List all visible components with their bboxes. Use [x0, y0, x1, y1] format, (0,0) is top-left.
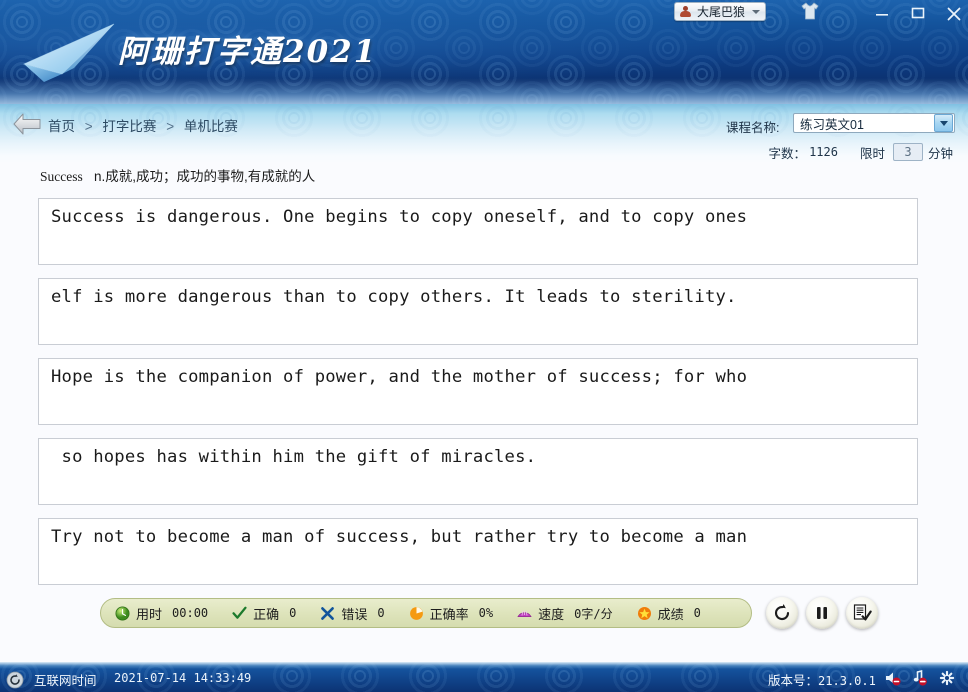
pause-icon [817, 607, 827, 619]
time-limit-label: 限时 [859, 146, 885, 161]
time-limit-unit: 分钟 [927, 146, 953, 161]
status-accuracy-label: 正确率 [429, 606, 469, 622]
submit-document-icon [853, 604, 872, 621]
cross-icon [321, 606, 335, 620]
breadcrumb-item-standalone-contest[interactable]: 单机比赛 [184, 119, 238, 134]
exercise-meta-row: 字数： 1126 限时 3 分钟 [600, 142, 956, 162]
breadcrumb-item-typing-contest[interactable]: 打字比赛 [102, 119, 156, 134]
sound-muted-icon[interactable] [884, 670, 902, 686]
typing-text-area: Success is dangerous. One begins to copy… [38, 198, 918, 598]
submit-button[interactable] [846, 597, 878, 629]
application-window: 阿珊打字通2021 大尾巴狼 首页 > 打字比赛 > 单机比赛 课程名称: 练习… [0, 0, 968, 692]
status-correct: 正确 0 [232, 604, 296, 623]
status-bar: 用时 00:00 正确 0 错误 0 正确率 0% 速度 0字/分 成绩 0 [100, 598, 752, 628]
chevron-down-icon [752, 9, 761, 14]
chevron-down-icon[interactable] [934, 114, 953, 132]
pause-button[interactable] [806, 597, 838, 629]
version-label: 版本号： [768, 674, 819, 688]
status-wrong: 错误 0 [320, 604, 385, 623]
close-icon [947, 7, 961, 21]
back-arrow-icon[interactable] [12, 112, 42, 136]
typing-line-text: so hopes has within him the gift of mira… [51, 447, 537, 467]
breadcrumb-separator: > [166, 119, 175, 134]
status-accuracy-value: 0% [478, 606, 494, 620]
word-hint-definition: n.成就,成功；成功的事物,有成就的人 [94, 169, 316, 184]
banner-bottom-sheen [0, 78, 968, 104]
pie-chart-icon [409, 606, 423, 620]
typing-line-box[interactable]: Try not to become a man of success, but … [38, 518, 918, 585]
restart-icon [774, 604, 790, 621]
internet-time-label: 互联网时间 [34, 674, 97, 688]
typing-line-text: Success is dangerous. One begins to copy… [51, 207, 748, 227]
minimize-button[interactable] [868, 2, 896, 24]
footer-top-sheen [0, 662, 968, 669]
breadcrumb-separator: > [84, 119, 93, 134]
word-count-label: 字数： [768, 146, 807, 161]
gear-icon[interactable] [938, 670, 956, 686]
status-wrong-value: 0 [377, 606, 385, 620]
status-elapsed-label: 用时 [136, 606, 163, 622]
user-account-dropdown[interactable]: 大尾巴狼 [674, 2, 767, 21]
status-wrong-label: 错误 [341, 606, 368, 622]
status-score: 成绩 0 [637, 604, 701, 623]
close-button[interactable] [940, 2, 968, 24]
typing-line-text: elf is more dangerous than to copy other… [51, 287, 737, 307]
typing-line-box[interactable]: so hopes has within him the gift of mira… [38, 438, 918, 505]
typing-line-box[interactable]: Success is dangerous. One begins to copy… [38, 198, 918, 265]
paper-plane-logo [22, 23, 115, 82]
typing-line-text: Hope is the companion of power, and the … [51, 367, 748, 387]
status-speed-value: 0字/分 [574, 606, 613, 621]
music-muted-icon[interactable] [910, 670, 928, 686]
status-speed: 速度 0字/分 [517, 604, 613, 623]
version-info: 版本号：21.3.0.1 [768, 670, 876, 689]
status-elapsed-time: 用时 00:00 [115, 604, 208, 623]
status-correct-label: 正确 [253, 606, 280, 622]
user-name-label: 大尾巴狼 [697, 5, 746, 19]
internet-time-value: 2021-07-14 14:33:49 [114, 671, 252, 685]
shirt-icon[interactable] [800, 2, 820, 20]
clock-icon [115, 606, 130, 620]
app-banner: 阿珊打字通2021 [0, 0, 968, 104]
brand-title: 阿珊打字通2021 [118, 34, 378, 70]
star-icon [637, 606, 651, 620]
course-selected-value: 练习英文01 [800, 117, 864, 132]
refresh-icon[interactable] [6, 671, 24, 689]
word-hint-word: Success [40, 169, 83, 184]
time-limit-input[interactable]: 3 [892, 143, 923, 161]
course-select[interactable]: 练习英文01 [793, 113, 955, 133]
breadcrumb-item-home[interactable]: 首页 [48, 119, 75, 134]
word-count-value: 1126 [809, 145, 838, 159]
status-score-label: 成绩 [657, 606, 684, 622]
typing-line-text: Try not to become a man of success, but … [51, 527, 748, 547]
check-icon [232, 606, 247, 619]
fan-icon [517, 610, 532, 617]
course-name-label: 课程名称: [726, 121, 780, 135]
minimize-icon [876, 14, 888, 16]
restart-button[interactable] [766, 597, 798, 629]
maximize-button[interactable] [904, 2, 932, 24]
status-speed-label: 速度 [538, 606, 565, 622]
word-hint: Success n.成就,成功；成功的事物,有成就的人 [40, 165, 315, 185]
status-accuracy: 正确率 0% [409, 604, 493, 623]
maximize-icon [911, 7, 925, 19]
typing-line-box[interactable]: Hope is the companion of power, and the … [38, 358, 918, 425]
avatar-icon [679, 5, 692, 18]
status-score-value: 0 [693, 606, 701, 620]
typing-line-box[interactable]: elf is more dangerous than to copy other… [38, 278, 918, 345]
version-value: 21.3.0.1 [818, 674, 876, 688]
breadcrumb: 首页 > 打字比赛 > 单机比赛 [48, 115, 238, 135]
status-elapsed-value: 00:00 [172, 606, 209, 620]
status-correct-value: 0 [289, 606, 297, 620]
